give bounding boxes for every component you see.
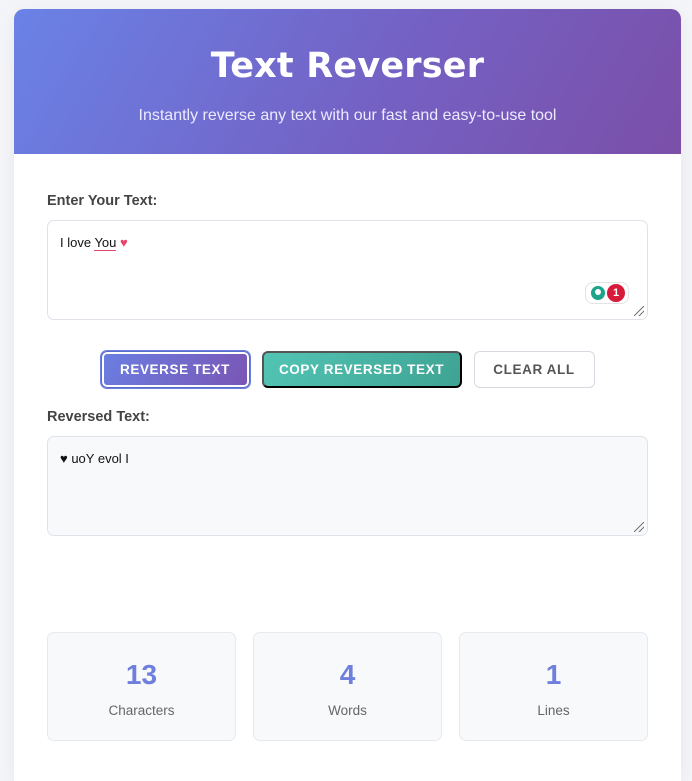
input-text: I love You ♥: [60, 235, 128, 251]
stat-characters: 13 Characters: [47, 632, 236, 741]
grammar-check-badge[interactable]: 1: [585, 282, 629, 304]
grammar-issue-count: 1: [607, 284, 625, 302]
reverse-text-button[interactable]: REVERSE TEXT: [100, 351, 250, 388]
heart-emoji: ♥: [120, 235, 128, 250]
output-text: ♥ uoY evol I: [60, 451, 129, 466]
input-textarea[interactable]: I love You ♥ 1: [47, 220, 648, 320]
stat-value: 13: [125, 659, 158, 690]
input-label: Enter Your Text:: [47, 193, 158, 209]
stat-words: 4 Words: [253, 632, 442, 741]
main-content: Enter Your Text: I love You ♥ 1 REVERSE …: [14, 193, 681, 741]
output-textarea[interactable]: ♥ uoY evol I: [47, 436, 648, 536]
lightbulb-icon: [591, 286, 605, 300]
clear-all-button[interactable]: CLEAR ALL: [473, 351, 595, 388]
resize-handle-icon[interactable]: [634, 522, 644, 532]
action-buttons: REVERSE TEXT COPY REVERSED TEXT CLEAR AL…: [47, 351, 648, 388]
stat-lines: 1 Lines: [459, 632, 648, 741]
header: Text Reverser Instantly reverse any text…: [14, 9, 681, 154]
stat-label: Words: [328, 703, 367, 718]
copy-reversed-text-button[interactable]: COPY REVERSED TEXT: [261, 351, 462, 388]
page-subtitle: Instantly reverse any text with our fast…: [138, 107, 557, 124]
stat-label: Characters: [108, 703, 175, 718]
resize-handle-icon[interactable]: [634, 306, 644, 316]
text-reverser-card: Text Reverser Instantly reverse any text…: [14, 9, 681, 781]
stat-value: 4: [339, 659, 356, 690]
stats-panel: 13 Characters 4 Words 1 Lines: [47, 632, 648, 741]
stat-label: Lines: [537, 703, 570, 718]
stat-value: 1: [545, 659, 562, 690]
page-title: Text Reverser: [210, 46, 485, 86]
input-text-underlined: You: [94, 235, 117, 251]
output-label: Reversed Text:: [47, 409, 150, 425]
